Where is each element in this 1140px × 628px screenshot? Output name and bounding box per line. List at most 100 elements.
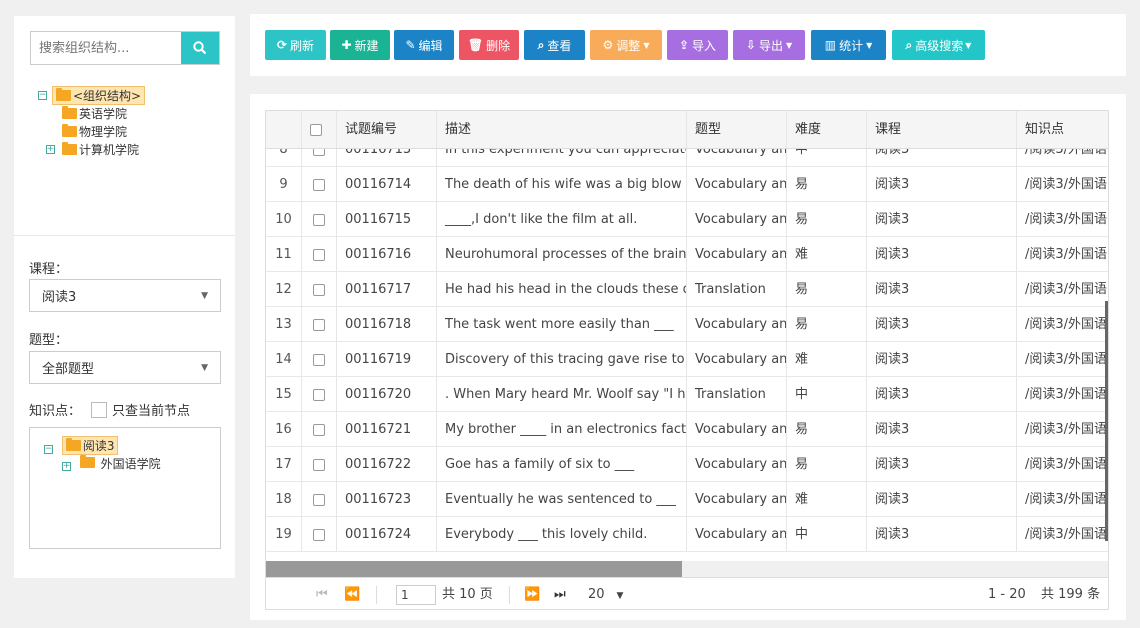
vertical-scrollbar[interactable] [1105,301,1108,541]
org-tree-root[interactable]: − <组织结构> [38,85,146,105]
scrollbar-thumb[interactable] [266,561,682,577]
org-search-button[interactable] [181,32,219,64]
table-row[interactable]: 11 00116716 Neurohumoral processes of the … [266,237,1108,272]
adjust-button[interactable]: ⚙ 调整 ▼ [590,30,662,60]
advanced-search-button[interactable]: ⌕ 高级搜索 ▼ [892,30,985,60]
cell-type: Translation [687,377,787,412]
table-row[interactable]: 16 00116721 My brother ____ in an electron… [266,412,1108,447]
header-course[interactable]: 课程 [867,111,1017,149]
org-tree-item[interactable]: 物理学院 [38,122,145,140]
edit-button[interactable]: ✎ 编辑 [394,30,454,60]
kp-label: 知识点： [29,404,82,419]
kp-current-checkbox[interactable] [91,401,108,418]
first-page-icon[interactable]: ⏮ [316,578,328,609]
cell-difficulty: 易 [787,447,867,482]
cell-course: 阅读3 [867,202,1017,237]
cell-knowledge: /阅读3/外国语 [1017,167,1108,202]
next-page-icon[interactable]: ⏩ [524,578,540,609]
collapse-icon[interactable]: − [38,90,47,100]
caret-down-icon: ▼ [201,290,208,301]
row-checkbox[interactable] [313,248,325,261]
header-desc[interactable]: 描述 [437,111,687,149]
row-checkbox[interactable] [313,528,325,541]
cell-difficulty: 中 [787,377,867,412]
row-checkbox[interactable] [313,318,325,331]
expand-icon[interactable]: + [46,144,55,154]
table-row[interactable]: 18 00116723 Eventually he was sentenced to… [266,482,1108,517]
cell-id: 00116721 [337,412,437,447]
table-row[interactable]: 10 00116715 ____,I don't like the film at … [266,202,1108,237]
cell-id: 00116715 [337,202,437,237]
row-checkbox[interactable] [313,458,325,471]
header-knowledge[interactable]: 知识点 [1017,111,1108,149]
expand-icon[interactable]: + [62,461,71,471]
delete-button[interactable]: 🗑 删除 [459,30,519,60]
cell-course: 阅读3 [867,237,1017,272]
header-difficulty[interactable]: 难度 [787,111,867,149]
cell-type: Vocabulary and [687,307,787,342]
cell-knowledge: /阅读3/外国语 [1017,482,1108,517]
total-text: 共 199 条 [1041,587,1101,602]
row-checkbox-cell [302,517,337,552]
org-search [30,31,220,65]
view-button[interactable]: ⌕ 查看 [524,30,585,60]
row-checkbox-cell [302,447,337,482]
horizontal-scrollbar[interactable] [266,561,1108,577]
row-checkbox[interactable] [313,388,325,401]
row-number: 16 [266,412,302,447]
row-checkbox[interactable] [313,423,325,436]
row-checkbox[interactable] [313,149,325,156]
cell-id: 00116714 [337,167,437,202]
row-checkbox[interactable] [313,283,325,296]
collapse-icon[interactable]: − [44,444,53,454]
row-checkbox-cell [302,342,337,377]
row-checkbox[interactable] [313,178,325,191]
table-row[interactable]: 19 00116724 Everybody ___ this lovely chil… [266,517,1108,552]
table-row[interactable]: 14 00116719 Discovery of this tracing gave… [266,342,1108,377]
table-row[interactable]: 12 00116717 He had his head in the clouds … [266,272,1108,307]
table-row[interactable]: 13 00116718 The task went more easily than… [266,307,1108,342]
table-row[interactable]: 15 00116720. When Mary heard Mr. Woolf sa… [266,377,1108,412]
cell-course: 阅读3 [867,342,1017,377]
prev-page-icon[interactable]: ⏪ [344,578,360,609]
row-checkbox[interactable] [313,493,325,506]
new-button[interactable]: ✚ 新建 [330,30,390,60]
cell-difficulty: 易 [787,167,867,202]
table-row[interactable]: 17 00116722 Goe has a family of six to ___… [266,447,1108,482]
org-tree-item[interactable]: + 计算机学院 [38,140,145,158]
page-size-select[interactable]: 20 ▼ [588,578,623,609]
table-row[interactable]: 9 00116714 The death of his wife was a big… [266,167,1108,202]
header-type[interactable]: 题型 [687,111,787,149]
page-input[interactable]: 1 [396,585,436,605]
stats-button[interactable]: ▥ 统计 ▼ [811,30,886,60]
row-checkbox-cell [302,202,337,237]
refresh-button[interactable]: ⟳ 刷新 [265,30,326,60]
cell-type: Vocabulary and [687,517,787,552]
row-checkbox-cell [302,377,337,412]
row-number: 13 [266,307,302,342]
table-row[interactable]: 8 00116713 In this experiment you can appr… [266,149,1108,167]
org-tree-item[interactable]: 英语学院 [38,104,145,122]
last-page-icon[interactable]: ⏭ [554,578,566,609]
org-search-input[interactable] [31,32,181,64]
header-id[interactable]: 试题编号 [337,111,437,149]
row-checkbox[interactable] [313,353,325,366]
export-button[interactable]: ⇩ 导出 ▼ [733,30,805,60]
divider [14,235,235,236]
row-number: 14 [266,342,302,377]
cell-course: 阅读3 [867,307,1017,342]
cell-difficulty: 易 [787,272,867,307]
cell-desc: In this experiment you can appreciate [437,149,687,167]
cell-desc: He had his head in the clouds these d [437,272,687,307]
type-select[interactable]: 全部题型 ▼ [29,351,221,384]
row-checkbox[interactable] [313,213,325,226]
folder-icon [62,123,77,137]
kp-tree-item[interactable]: + 外国语学院 [44,455,161,472]
row-checkbox-cell [302,167,337,202]
select-all-checkbox[interactable] [310,123,322,136]
kp-tree-root[interactable]: − 阅读3 [44,436,161,455]
course-select[interactable]: 阅读3 ▼ [29,279,221,312]
cell-id: 00116713 [337,149,437,167]
import-button[interactable]: ⇪ 导入 [667,30,728,60]
cell-desc: The death of his wife was a big blow [437,167,687,202]
